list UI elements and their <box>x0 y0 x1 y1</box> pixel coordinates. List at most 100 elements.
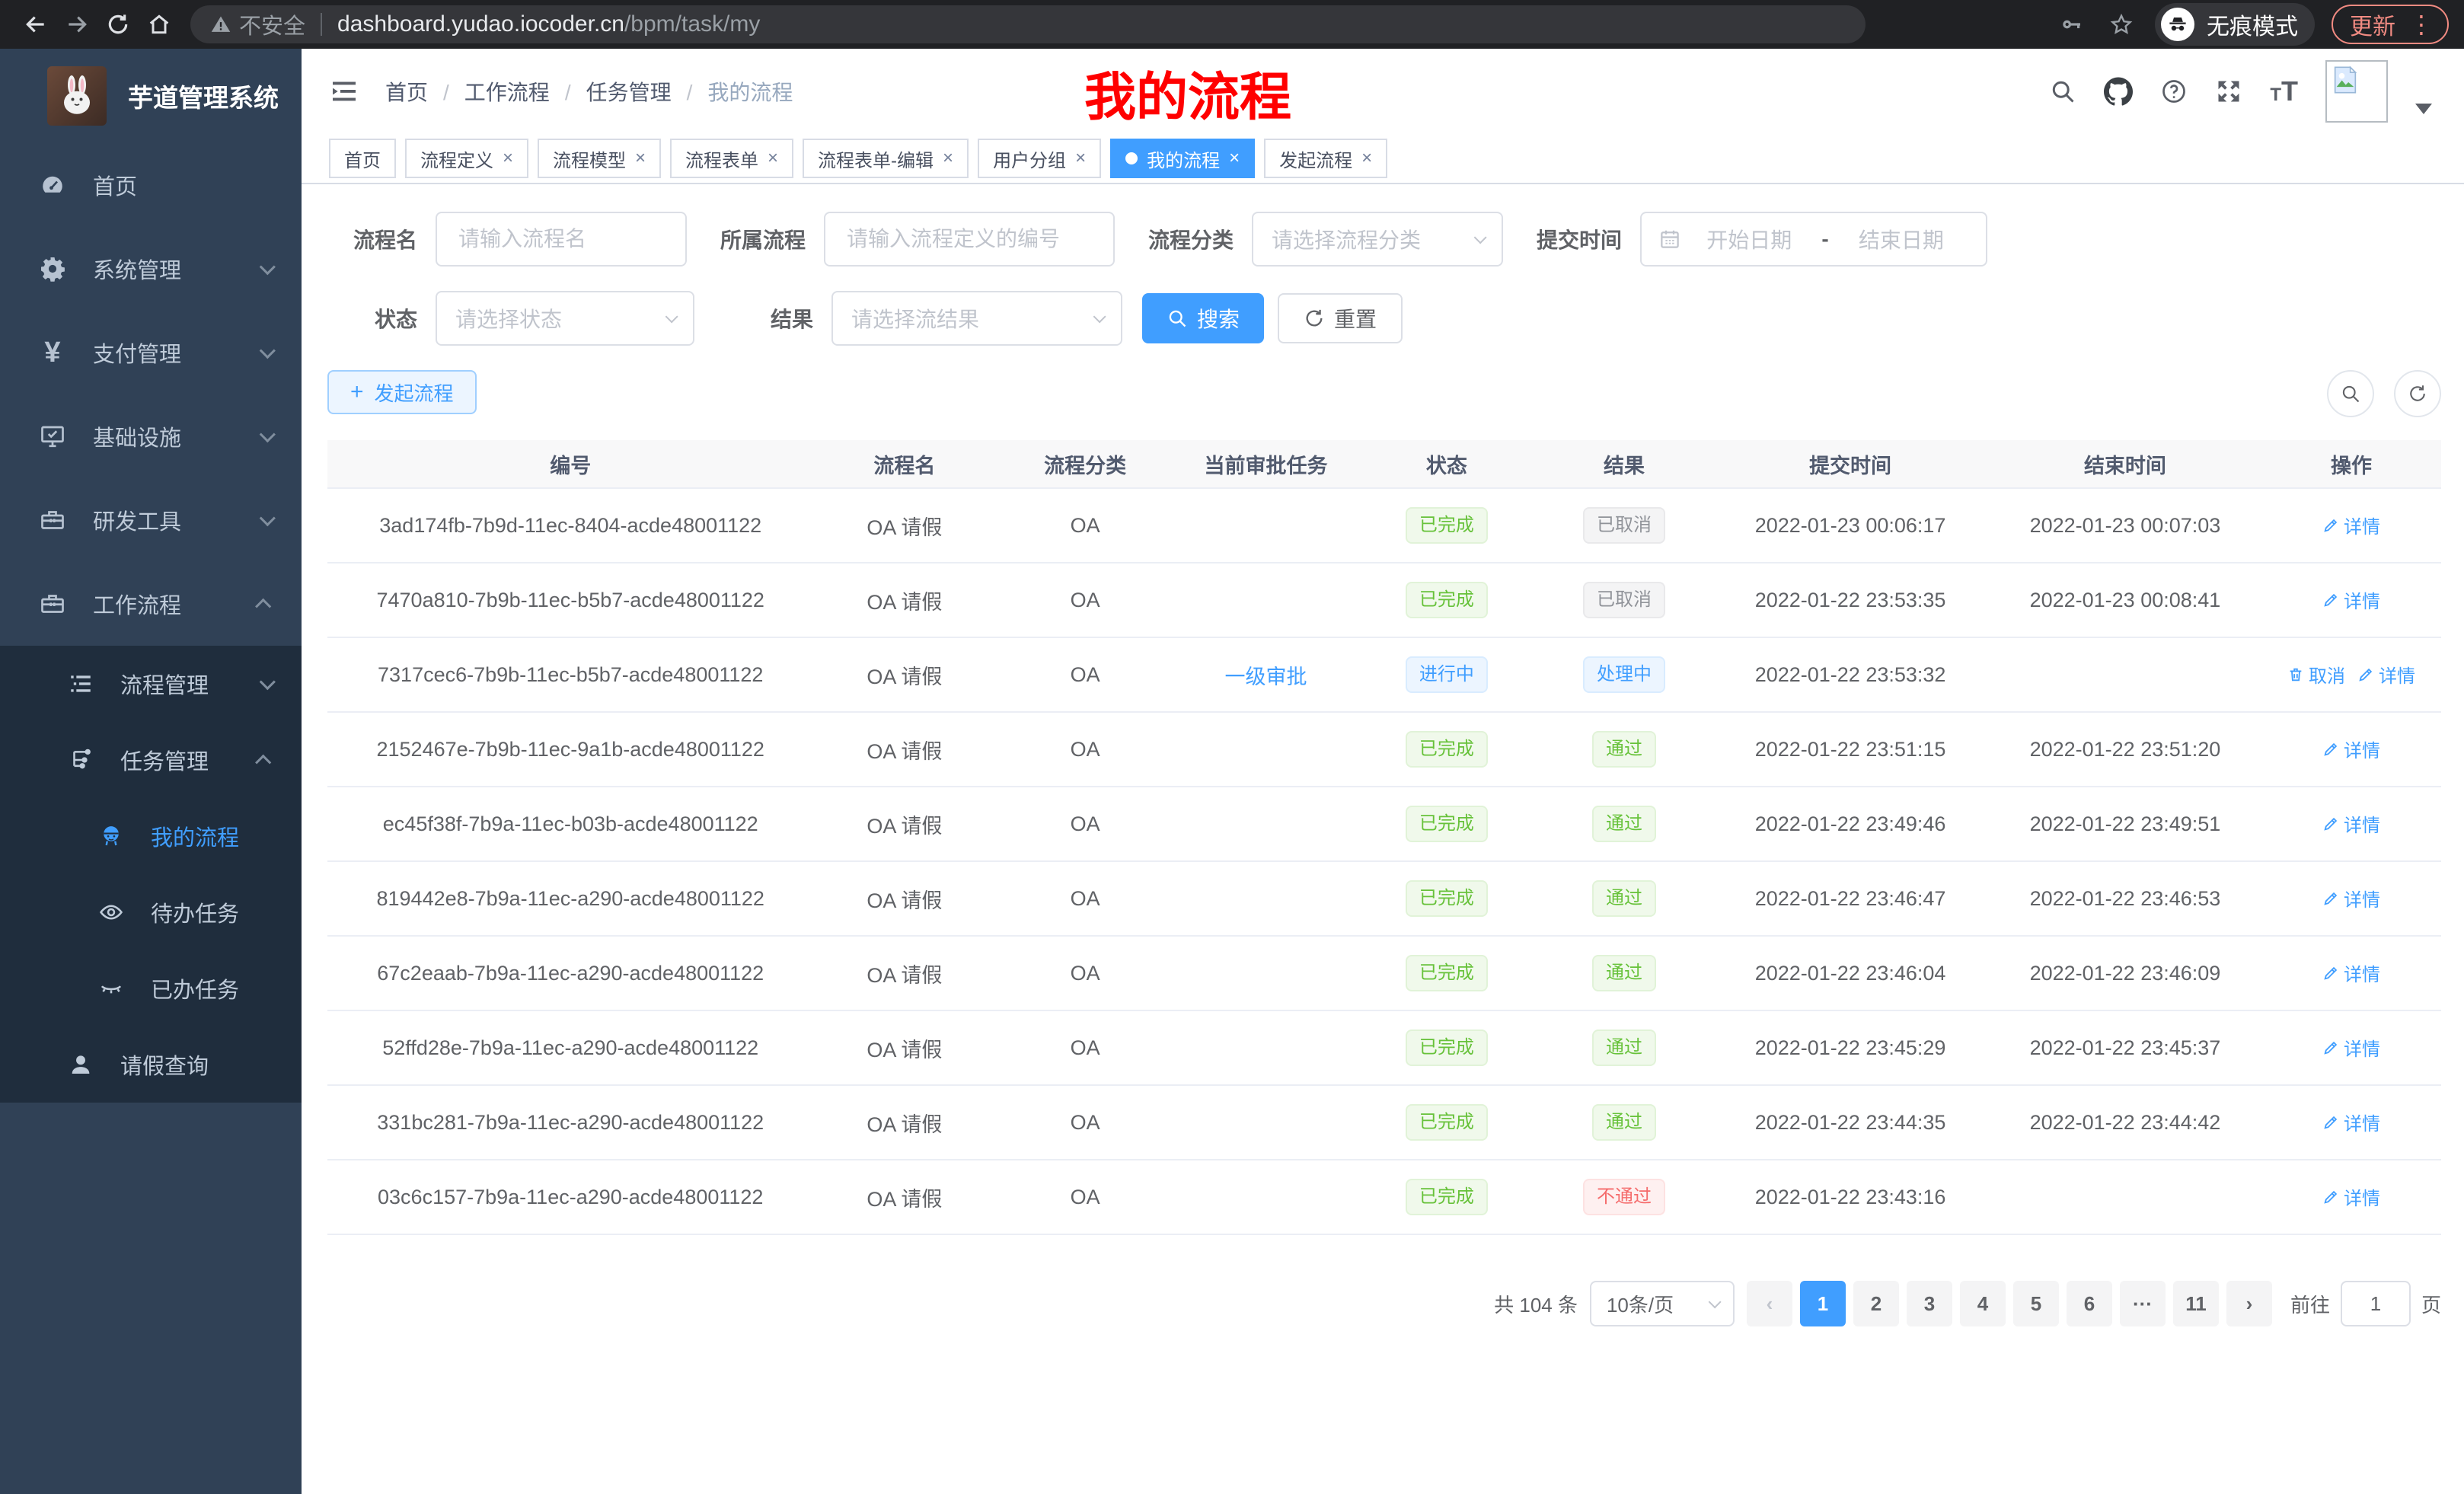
page-button-3[interactable]: 3 <box>1907 1281 1952 1326</box>
page-button-11[interactable]: 11 <box>2173 1281 2219 1326</box>
process-def-input[interactable] <box>824 212 1115 267</box>
page-button-5[interactable]: 5 <box>2013 1281 2059 1326</box>
tab-2[interactable]: 流程模型× <box>538 139 661 178</box>
page-ellipsis[interactable]: ··· <box>2120 1281 2166 1326</box>
browser-forward-button[interactable] <box>56 4 97 45</box>
page-button-4[interactable]: 4 <box>1960 1281 2006 1326</box>
sidebar-item-home[interactable]: 首页 <box>0 143 302 227</box>
result-select[interactable]: 请选择流结果 <box>831 291 1122 346</box>
refresh-table-button[interactable] <box>2394 370 2441 417</box>
detail-link[interactable]: 详情 <box>2322 586 2380 613</box>
cancel-link[interactable]: 取消 <box>2287 661 2345 688</box>
status-select[interactable]: 请选择状态 <box>436 291 694 346</box>
browser-menu-icon[interactable]: ⋮ <box>2409 12 2440 37</box>
password-key-icon[interactable] <box>2054 8 2088 41</box>
tab-close-icon[interactable]: × <box>635 148 646 169</box>
detail-link[interactable]: 详情 <box>2322 512 2380 538</box>
page-size-select[interactable]: 10条/页 <box>1590 1281 1735 1326</box>
app-logo-row[interactable]: 芋道管理系统 <box>0 49 302 143</box>
tab-5[interactable]: 用户分组× <box>978 139 1101 178</box>
detail-link[interactable]: 详情 <box>2322 959 2380 986</box>
breadcrumb-task-mgmt[interactable]: 任务管理 <box>586 76 708 107</box>
jump-suffix: 页 <box>2421 1290 2441 1318</box>
detail-link[interactable]: 详情 <box>2322 1183 2380 1210</box>
avatar[interactable] <box>2325 60 2388 123</box>
detail-link[interactable]: 详情 <box>2357 661 2415 688</box>
browser-update-button[interactable]: 更新 ⋮ <box>2332 5 2449 44</box>
detail-link[interactable]: 详情 <box>2322 736 2380 762</box>
table-toolbar: + 发起流程 <box>327 370 2441 417</box>
submit-time-range-picker[interactable]: 开始日期 - 结束日期 <box>1640 212 1987 267</box>
tab-1[interactable]: 流程定义× <box>405 139 528 178</box>
sidebar-item-infra[interactable]: 基础设施 <box>0 394 302 478</box>
tab-close-icon[interactable]: × <box>1361 148 1372 169</box>
tab-4[interactable]: 流程表单-编辑× <box>803 139 969 178</box>
sidebar-item-my-process[interactable]: 我的流程 <box>0 798 302 874</box>
sidebar-item-devtools[interactable]: 研发工具 <box>0 478 302 562</box>
detail-link[interactable]: 详情 <box>2322 885 2380 911</box>
jump-page-input[interactable] <box>2341 1281 2411 1326</box>
sidebar-item-leave-query[interactable]: 请假查询 <box>0 1026 302 1103</box>
github-icon[interactable] <box>2104 77 2133 106</box>
tab-close-icon[interactable]: × <box>768 148 778 169</box>
tab-6[interactable]: 我的流程× <box>1110 139 1255 178</box>
breadcrumb-home[interactable]: 首页 <box>385 76 464 107</box>
show-search-toggle-button[interactable] <box>2327 370 2374 417</box>
category-select[interactable]: 请选择流程分类 <box>1252 212 1503 267</box>
security-warning-icon[interactable] <box>210 14 231 35</box>
sidebar-item-process-mgmt[interactable]: 流程管理 <box>0 646 302 722</box>
sidebar-item-workflow[interactable]: 工作流程 <box>0 562 302 646</box>
tab-7[interactable]: 发起流程× <box>1264 139 1387 178</box>
url-host[interactable]: dashboard.yudao.iocoder.cn <box>337 11 624 37</box>
address-bar[interactable]: 不安全 dashboard.yudao.iocoder.cn/bpm/task/… <box>190 5 1866 43</box>
sidebar-item-todo-tasks[interactable]: 待办任务 <box>0 874 302 950</box>
op-label: 详情 <box>2344 885 2380 911</box>
create-process-button[interactable]: + 发起流程 <box>327 370 477 414</box>
start-date-placeholder[interactable]: 开始日期 <box>1681 224 1817 254</box>
bookmark-star-icon[interactable] <box>2105 8 2138 41</box>
op-label: 详情 <box>2344 1109 2380 1135</box>
op-label: 详情 <box>2344 736 2380 762</box>
security-label[interactable]: 不安全 <box>239 8 305 40</box>
tab-close-icon[interactable]: × <box>943 148 953 169</box>
detail-link[interactable]: 详情 <box>2322 1034 2380 1061</box>
process-name-input[interactable] <box>436 212 687 267</box>
browser-back-button[interactable] <box>15 4 56 45</box>
page-button-1[interactable]: 1 <box>1800 1281 1846 1326</box>
fullscreen-icon[interactable] <box>2215 78 2242 105</box>
sidebar-collapse-icon[interactable] <box>329 76 359 107</box>
result-cell: 通过 <box>1537 955 1712 991</box>
font-size-icon[interactable]: TT <box>2270 75 2298 107</box>
browser-reload-button[interactable] <box>97 4 139 45</box>
detail-link[interactable]: 详情 <box>2322 810 2380 837</box>
breadcrumb-workflow[interactable]: 工作流程 <box>464 76 586 107</box>
page-button-6[interactable]: 6 <box>2067 1281 2112 1326</box>
search-button[interactable]: 搜索 <box>1142 293 1264 343</box>
sidebar-item-system[interactable]: 系统管理 <box>0 227 302 311</box>
page-next-button[interactable]: › <box>2226 1281 2272 1326</box>
table-header-cell: 流程名 <box>813 449 995 479</box>
browser-home-button[interactable] <box>139 4 180 45</box>
url-path[interactable]: /bpm/task/my <box>624 11 760 37</box>
help-icon[interactable] <box>2160 78 2188 105</box>
sidebar-item-task-mgmt[interactable]: 任务管理 <box>0 722 302 798</box>
detail-link[interactable]: 详情 <box>2322 1109 2380 1135</box>
jump-prefix: 前往 <box>2290 1290 2330 1318</box>
tab-close-icon[interactable]: × <box>503 148 513 169</box>
end-date-placeholder[interactable]: 结束日期 <box>1834 224 1969 254</box>
update-label[interactable]: 更新 <box>2350 8 2395 41</box>
sidebar-item-done-tasks[interactable]: 已办任务 <box>0 950 302 1026</box>
reset-button[interactable]: 重置 <box>1278 293 1403 343</box>
search-icon[interactable] <box>2049 78 2076 105</box>
tab-0[interactable]: 首页 <box>329 139 396 178</box>
tab-close-icon[interactable]: × <box>1229 148 1240 169</box>
monitor-icon <box>35 423 70 450</box>
avatar-caret-icon[interactable] <box>2415 104 2432 114</box>
tab-close-icon[interactable]: × <box>1075 148 1086 169</box>
current-task-link[interactable]: 一级审批 <box>1225 666 1307 688</box>
sidebar-item-payment[interactable]: ¥ 支付管理 <box>0 311 302 394</box>
page-prev-button[interactable]: ‹ <box>1747 1281 1792 1326</box>
page-button-2[interactable]: 2 <box>1853 1281 1899 1326</box>
tab-3[interactable]: 流程表单× <box>670 139 793 178</box>
process-category: OA <box>995 738 1175 761</box>
